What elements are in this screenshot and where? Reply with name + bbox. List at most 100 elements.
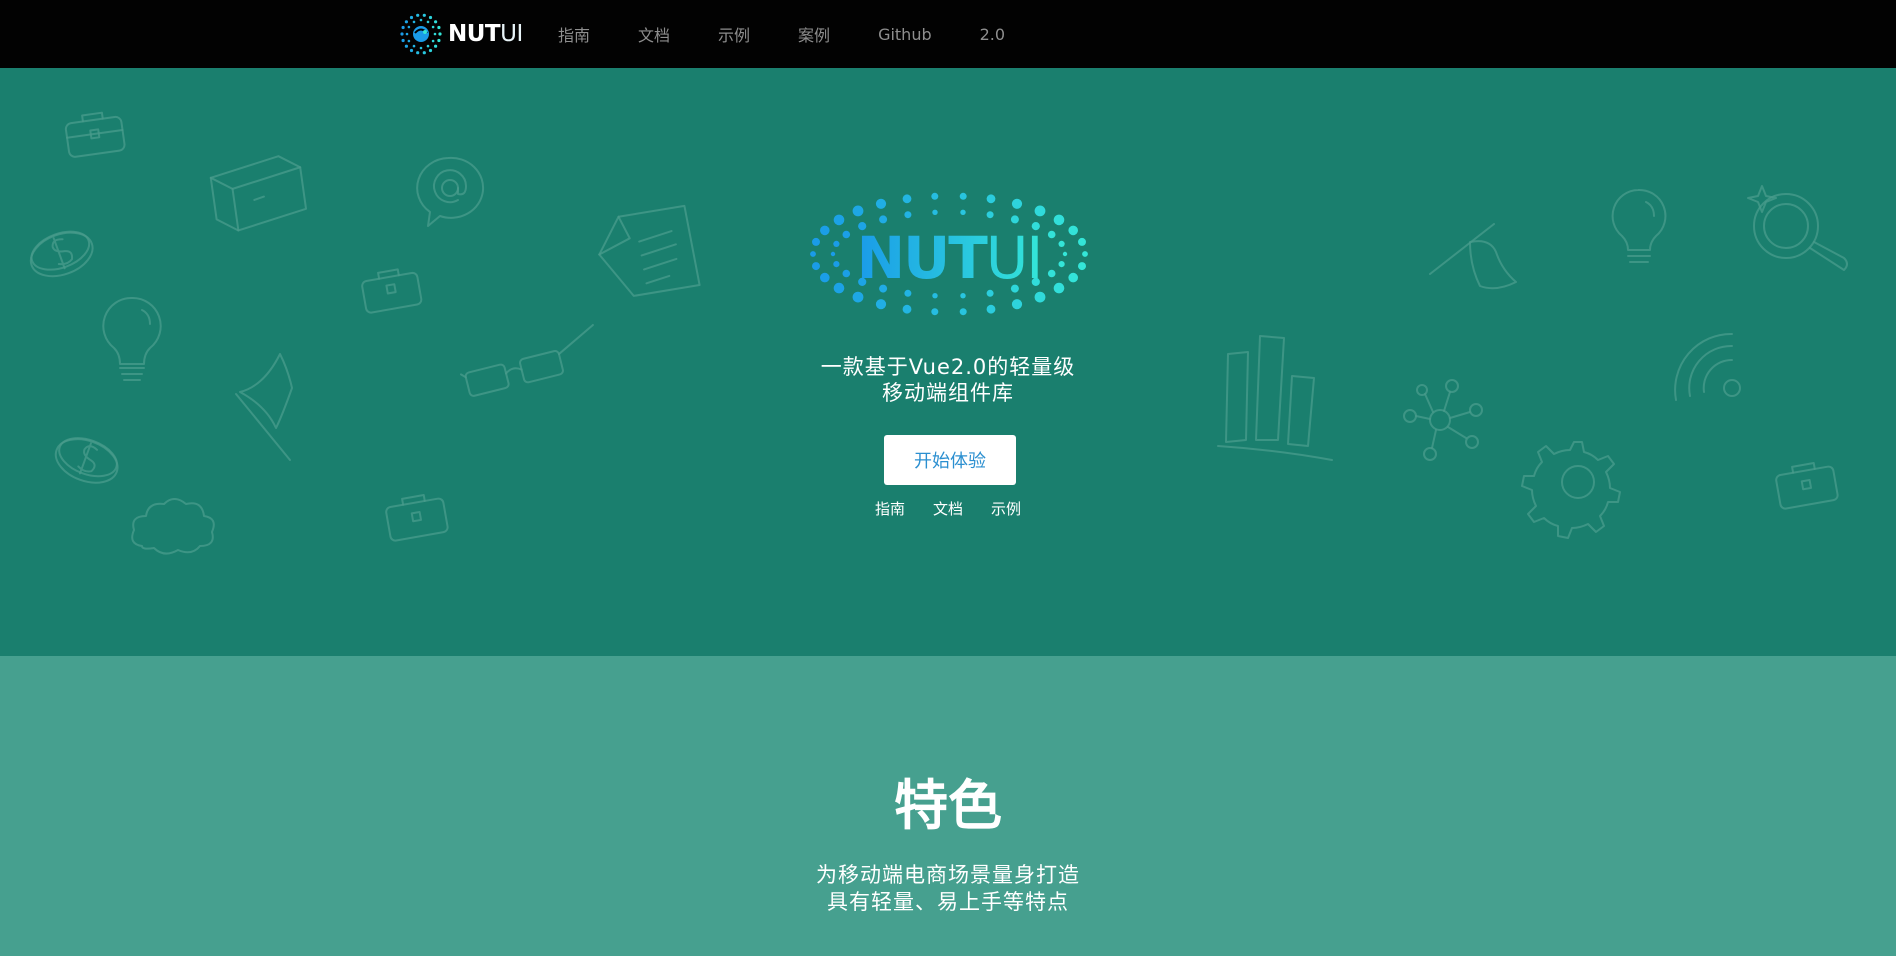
logo-dot xyxy=(833,282,845,294)
logo-dot xyxy=(1010,215,1019,224)
logo-dot xyxy=(842,230,851,239)
logo-dot xyxy=(852,205,864,217)
brand-logo-dot xyxy=(401,38,405,43)
glasses-icon xyxy=(459,323,594,397)
logo-dot xyxy=(1068,272,1078,283)
hero-link-docs[interactable]: 文档 xyxy=(933,498,963,519)
brand-logo-dot xyxy=(431,25,435,29)
briefcase-icon xyxy=(1775,462,1839,510)
logo-dot xyxy=(830,251,836,257)
logo-dot xyxy=(1082,251,1088,257)
brand-logo-link[interactable]: NUTUI xyxy=(400,12,523,56)
flag-icon xyxy=(235,353,293,461)
lightbulb-icon xyxy=(102,296,162,381)
logo-dot xyxy=(1053,214,1065,226)
briefcase-icon xyxy=(385,494,449,542)
logo-dot xyxy=(875,198,887,209)
briefcase-icon xyxy=(361,268,423,314)
brand-logo-dot xyxy=(437,25,441,30)
magnifier-icon xyxy=(1747,185,1848,271)
logo-dot xyxy=(820,225,830,236)
logo-dot xyxy=(1053,282,1065,294)
logo-dot xyxy=(986,194,996,204)
logo-dot xyxy=(932,293,938,299)
hero-quick-links: 指南 文档 示例 xyxy=(848,498,1048,519)
logo-dot xyxy=(1058,240,1065,247)
features-subtitle-line2: 具有轻量、易上手等特点 xyxy=(827,890,1069,914)
brand-logo-dot xyxy=(433,32,437,36)
logo-dot xyxy=(902,194,912,204)
hero-logo-text-light: UI xyxy=(986,224,1042,292)
logo-dot xyxy=(1034,291,1046,303)
logo-dot xyxy=(932,209,938,215)
logo-dot xyxy=(833,214,845,226)
brand-logo-dot xyxy=(416,51,420,55)
brand-logo-dot xyxy=(438,32,442,36)
document-icon xyxy=(598,204,701,297)
logo-dot xyxy=(1047,269,1056,278)
brand-logo-dot xyxy=(405,32,409,36)
logo-dot xyxy=(1068,225,1078,236)
logo-dot xyxy=(986,304,996,314)
brand-logo-dot xyxy=(428,15,433,20)
logo-dot xyxy=(959,192,967,200)
logo-dot xyxy=(959,308,967,316)
hero-link-examples[interactable]: 示例 xyxy=(991,498,1021,519)
logo-dot xyxy=(875,299,887,310)
brand-name: NUTUI xyxy=(448,21,523,47)
brand-logo-dot xyxy=(409,48,414,53)
svg-text:NUTUI: NUTUI xyxy=(857,224,1042,292)
top-navigation-bar: NUTUI 指南 文档 示例 案例 Github 2.0 xyxy=(0,0,1896,68)
nav-item-guide[interactable]: 指南 xyxy=(558,22,590,46)
brand-logo-dot xyxy=(404,20,408,24)
hero-tagline-line1: 一款基于Vue2.0的轻量级 xyxy=(820,355,1076,379)
bar-chart-icon xyxy=(1217,335,1333,461)
box-icon xyxy=(209,155,308,232)
logo-dot xyxy=(842,269,851,278)
features-title: 特色 xyxy=(894,774,1002,837)
brand-logo-dot xyxy=(419,46,423,50)
features-subtitle-line1: 为移动端电商场景量身打造 xyxy=(816,863,1080,887)
brand-logo-dot xyxy=(434,20,438,24)
logo-dot xyxy=(833,240,840,247)
brand-logo-dot xyxy=(409,15,414,20)
wifi-icon xyxy=(1674,332,1741,401)
hero-logo-text-bold: NUT xyxy=(857,224,989,292)
brand-logo-dot xyxy=(431,39,435,43)
features-section: 特色 为移动端电商场景量身打造 具有轻量、易上手等特点 xyxy=(0,656,1896,956)
logo-dot xyxy=(1047,230,1056,239)
nav-item-version[interactable]: 2.0 xyxy=(980,25,1005,44)
logo-dot xyxy=(931,308,939,316)
gear-icon xyxy=(1521,441,1621,539)
brand-logo-dot xyxy=(401,25,405,30)
brand-logo-dot xyxy=(422,13,426,17)
logo-dot xyxy=(986,211,994,219)
flag-icon xyxy=(1429,223,1517,290)
logo-dot xyxy=(1034,205,1046,217)
at-sign-icon xyxy=(416,156,485,227)
brand-name-light: UI xyxy=(500,21,523,47)
brand-logo-dot xyxy=(426,44,430,48)
nav-item-cases[interactable]: 案例 xyxy=(798,22,830,46)
hero-link-guide[interactable]: 指南 xyxy=(875,498,905,519)
main-nav: 指南 文档 示例 案例 Github 2.0 xyxy=(558,0,1053,68)
hero-section: NUTUI 一款基于Vue2.0的轻量级 移动端组件库 开始体验 指南 文档 示… xyxy=(0,68,1896,656)
coin-icon xyxy=(29,230,94,278)
brand-logo-dot xyxy=(412,44,416,48)
start-experience-button[interactable]: 开始体验 xyxy=(884,435,1016,485)
brand-logo-dot xyxy=(404,44,408,48)
logo-dot xyxy=(879,215,888,224)
nav-item-github[interactable]: Github xyxy=(878,25,932,44)
coin-icon xyxy=(54,437,119,484)
logo-dot xyxy=(812,262,820,271)
nav-item-docs[interactable]: 文档 xyxy=(638,22,670,46)
brand-logo-dot xyxy=(428,48,433,53)
lightbulb-icon xyxy=(1611,188,1667,263)
brand-name-bold: NUT xyxy=(448,21,501,47)
nav-item-examples[interactable]: 示例 xyxy=(718,22,750,46)
logo-dot xyxy=(852,291,864,303)
logo-dot xyxy=(960,293,966,299)
briefcase-icon xyxy=(64,111,126,158)
logo-dot xyxy=(1011,299,1023,310)
hero-tagline: 一款基于Vue2.0的轻量级 移动端组件库 xyxy=(748,354,1148,406)
